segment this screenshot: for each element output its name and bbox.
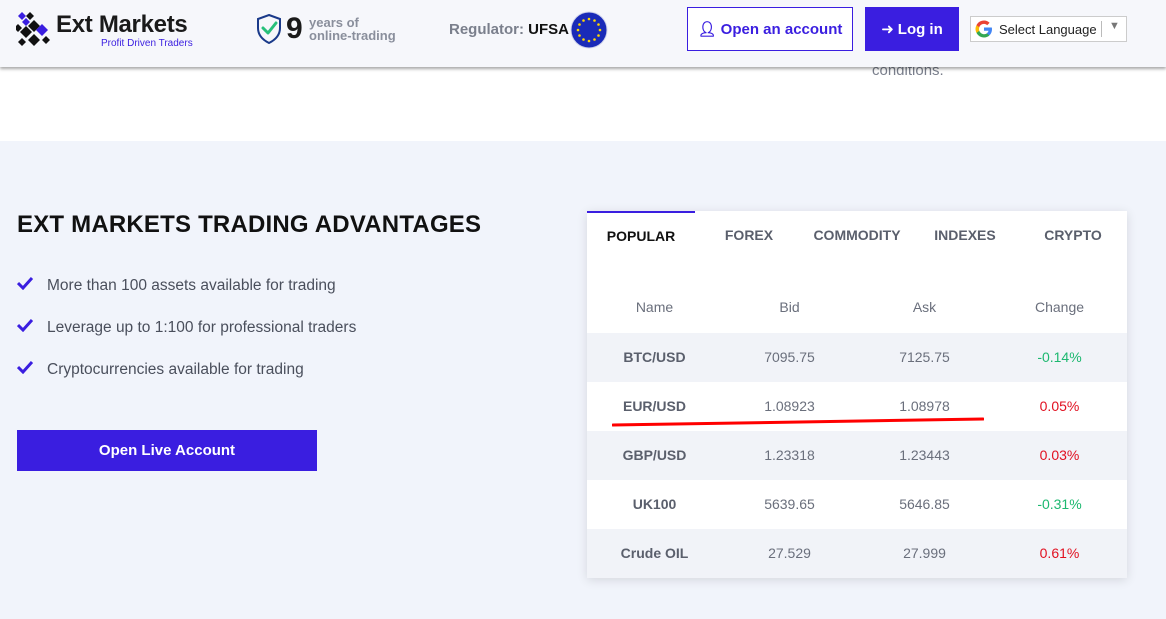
years-line2: online-trading	[309, 28, 396, 43]
open-account-button[interactable]: 👤︎ Open an account	[687, 7, 853, 51]
dropdown-arrow-icon: ▼	[1109, 20, 1120, 32]
change-value: -0.31%	[1037, 496, 1082, 512]
red-annotation-underline	[612, 417, 984, 427]
instrument-name: Crude OIL	[620, 545, 689, 561]
tab-forex[interactable]: FOREX	[695, 211, 803, 259]
bid-price: 7095.75	[764, 349, 815, 365]
change-value: 0.61%	[1039, 545, 1080, 561]
tab-commodity[interactable]: COMMODITY	[803, 211, 911, 259]
language-divider	[1101, 21, 1102, 37]
regulator-value: UFSA	[528, 21, 570, 38]
check-icon	[17, 318, 33, 332]
logo-diamond-icon	[16, 12, 50, 46]
check-icon	[17, 360, 33, 374]
advantage-item: More than 100 assets available for tradi…	[17, 274, 537, 316]
regulator-info: Regulator: UFSA	[449, 21, 569, 38]
advantages-list: More than 100 assets available for tradi…	[17, 274, 537, 400]
logo-tagline: Profit Driven Traders	[101, 38, 193, 49]
advantage-text: More than 100 assets available for tradi…	[47, 277, 336, 294]
logo[interactable]: Ext Markets Profit Driven Traders	[16, 10, 196, 50]
years-text: years of online-trading	[309, 16, 396, 42]
open-live-account-button[interactable]: Open Live Account	[17, 430, 317, 471]
quotes-widget: POPULAR FOREX COMMODITY INDEXES CRYPTO N…	[587, 211, 1127, 578]
quotes-tabs: POPULAR FOREX COMMODITY INDEXES CRYPTO	[587, 211, 1127, 259]
column-header-ask: Ask	[912, 299, 937, 315]
advantage-text: Cryptocurrencies available for trading	[47, 361, 304, 378]
column-header-change: Change	[1034, 299, 1085, 315]
bid-price: 1.08923	[764, 398, 815, 414]
advantages-title: EXT MARKETS TRADING ADVANTAGES	[17, 211, 482, 238]
check-icon	[17, 276, 33, 290]
advantage-item: Leverage up to 1:100 for professional tr…	[17, 316, 537, 358]
instrument-name: BTC/USD	[623, 349, 686, 365]
site-header: Ext Markets Profit Driven Traders 9 year…	[0, 0, 1166, 67]
bid-price: 1.23318	[764, 447, 815, 463]
ask-price: 27.999	[903, 545, 946, 561]
instrument-name: UK100	[632, 496, 677, 512]
open-account-label: Open an account	[720, 20, 843, 38]
advantage-text: Leverage up to 1:100 for professional tr…	[47, 319, 357, 336]
bid-price: 5639.65	[764, 496, 815, 512]
tab-crypto[interactable]: CRYPTO	[1019, 211, 1127, 259]
instrument-name: GBP/USD	[622, 447, 687, 463]
advantage-item: Cryptocurrencies available for trading	[17, 358, 537, 400]
table-row[interactable]: Crude OIL 27.529 27.999 0.61%	[587, 529, 1127, 578]
quotes-table-header: Name Bid Ask Change	[587, 287, 1127, 327]
shield-check-icon	[257, 14, 281, 44]
bid-price: 27.529	[768, 545, 811, 561]
tab-indexes[interactable]: INDEXES	[911, 211, 1019, 259]
sign-in-icon: ➜	[881, 21, 894, 38]
login-button[interactable]: ➜ Log in	[865, 7, 959, 51]
logo-name: Ext Markets	[56, 11, 188, 38]
change-value: -0.14%	[1037, 349, 1082, 365]
login-label: Log in	[897, 20, 943, 38]
ask-price: 5646.85	[899, 496, 950, 512]
change-value: 0.05%	[1039, 398, 1080, 414]
instrument-name: EUR/USD	[622, 398, 686, 414]
language-label: Select Language	[999, 21, 1097, 37]
user-icon: 👤︎	[697, 21, 717, 38]
ask-price: 7125.75	[899, 349, 950, 365]
language-select[interactable]: Select Language ▼	[970, 16, 1127, 42]
table-row[interactable]: GBP/USD 1.23318 1.23443 0.03%	[587, 431, 1127, 480]
ask-price: 1.23443	[899, 447, 950, 463]
column-header-bid: Bid	[779, 299, 800, 315]
google-icon	[975, 20, 992, 38]
eu-flag-icon	[570, 11, 608, 49]
regulator-label: Regulator:	[449, 21, 524, 38]
column-header-name: Name	[635, 299, 674, 315]
table-row[interactable]: UK100 5639.65 5646.85 -0.31%	[587, 480, 1127, 529]
tab-popular[interactable]: POPULAR	[587, 211, 695, 259]
change-value: 0.03%	[1039, 447, 1080, 463]
ask-price: 1.08978	[899, 398, 950, 414]
years-number: 9	[286, 12, 303, 45]
table-row[interactable]: BTC/USD 7095.75 7125.75 -0.14%	[587, 333, 1127, 382]
